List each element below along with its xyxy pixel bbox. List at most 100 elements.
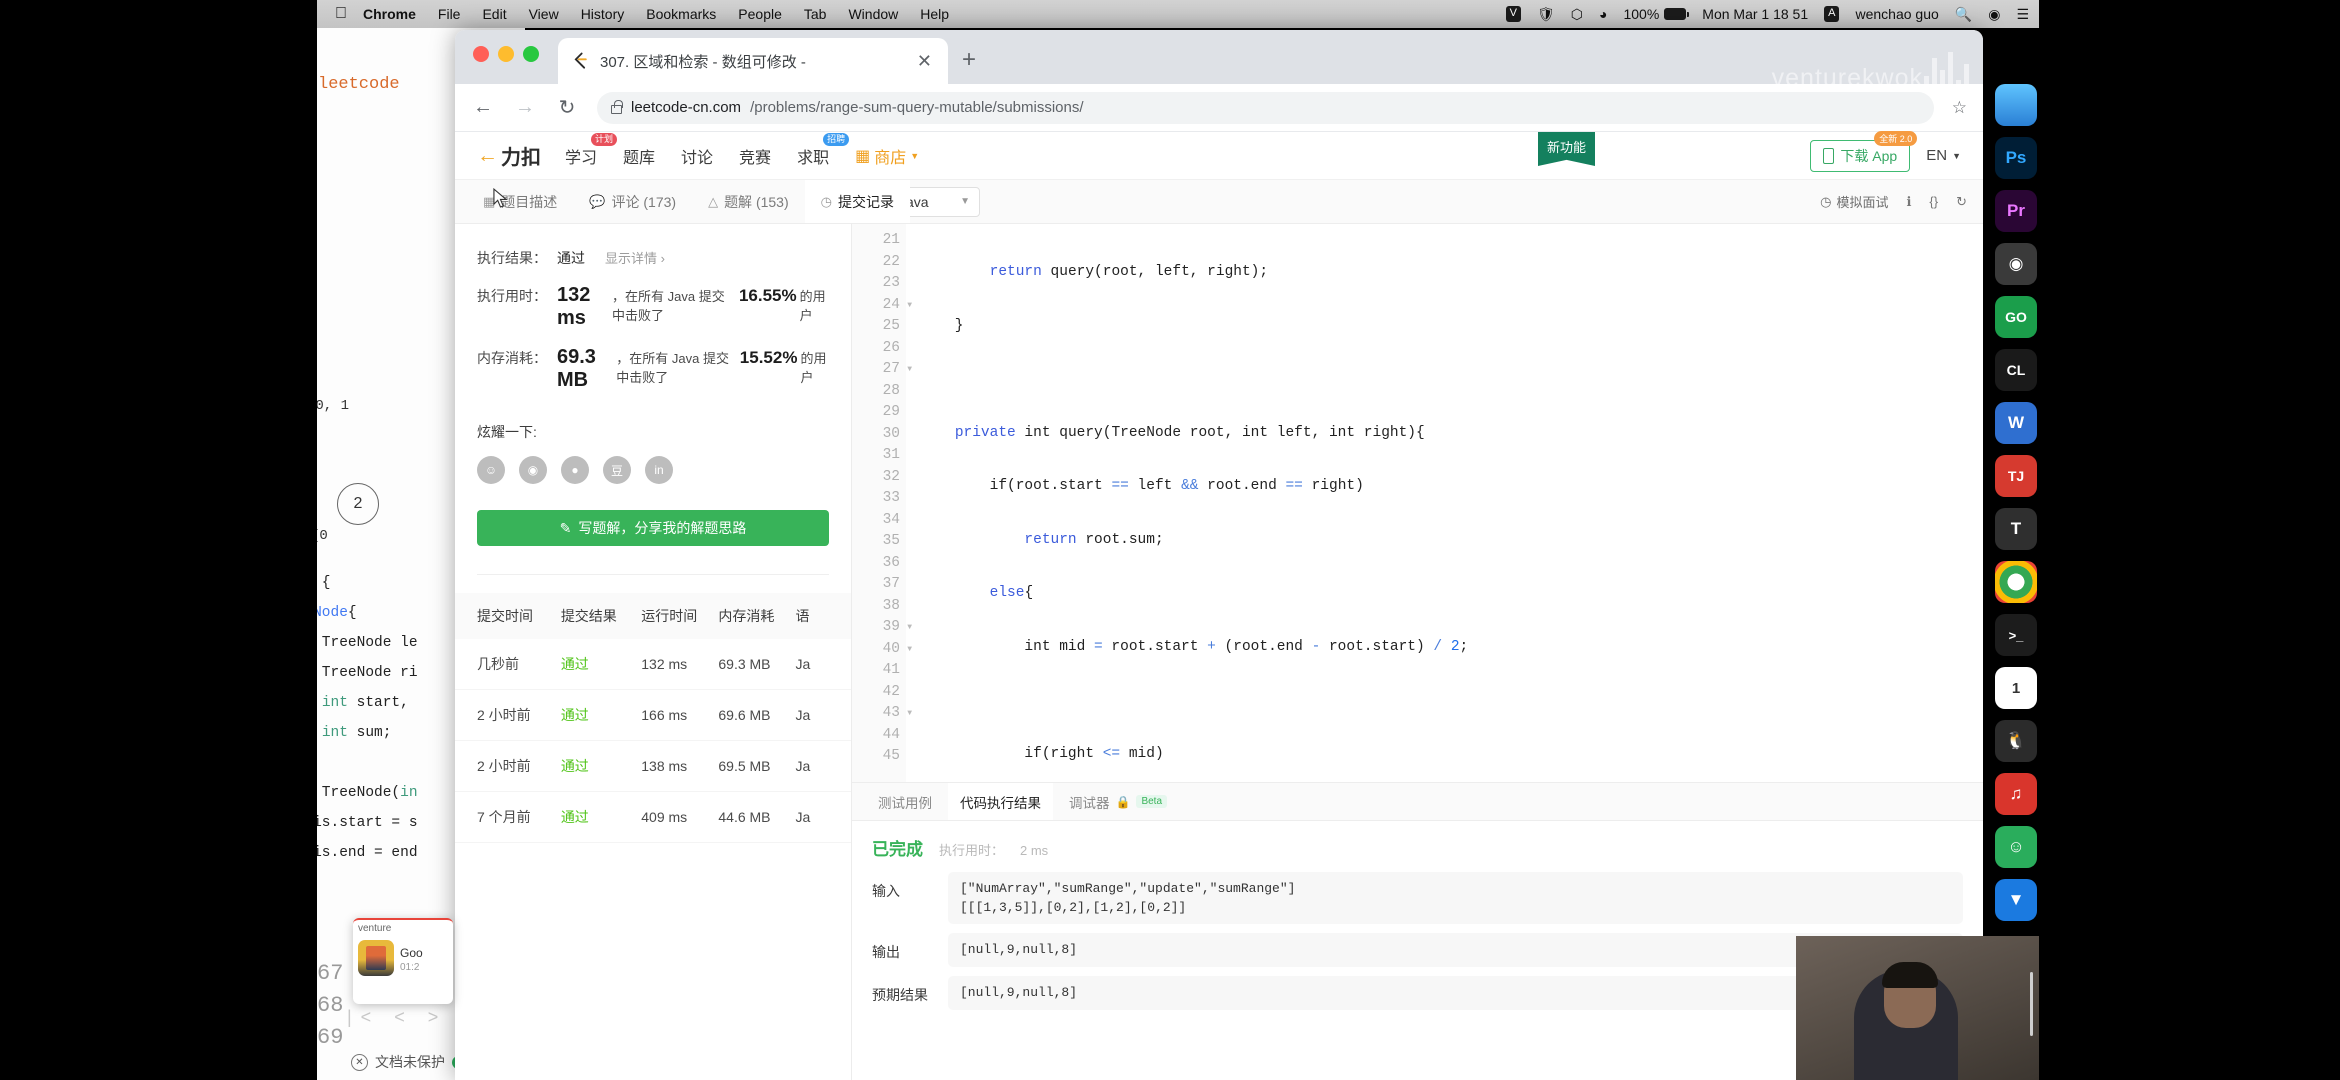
- nav-item-study[interactable]: 学习 计划: [565, 132, 618, 168]
- code-line: return root.sum;: [1024, 531, 1164, 548]
- chrome-icon[interactable]: [1995, 561, 2037, 603]
- info-button-icon[interactable]: ℹ: [1906, 194, 1911, 210]
- typora-icon[interactable]: T: [1995, 508, 2037, 550]
- qq-icon[interactable]: ●: [561, 456, 589, 484]
- menu-item-chrome[interactable]: Chrome: [363, 6, 416, 22]
- clion-icon[interactable]: CL: [1995, 349, 2037, 391]
- new-tab-icon[interactable]: +: [962, 48, 976, 72]
- nav-item-store[interactable]: ▦ 商店 ▼: [855, 144, 919, 168]
- tab-solutions[interactable]: △ 题解 (153): [692, 180, 805, 223]
- code-text-area[interactable]: return query(root, left, right); } priva…: [906, 224, 1983, 782]
- braces-icon[interactable]: {}: [1929, 194, 1938, 209]
- menu-item-people[interactable]: People: [738, 6, 782, 22]
- reload-icon[interactable]: ↻: [555, 95, 579, 120]
- menu-item-window[interactable]: Window: [848, 6, 898, 22]
- control-center-icon[interactable]: ☰: [2016, 6, 2029, 23]
- fold-arrow-icon[interactable]: ▼: [907, 703, 912, 725]
- palette-icon[interactable]: ◉: [1995, 243, 2037, 285]
- code-editor[interactable]: 21 22 23 24 ▼ 25 26 27 ▼ 28 29 30 31 32 33…: [852, 224, 1983, 782]
- line-number: 25: [882, 318, 900, 334]
- address-bar[interactable]: leetcode-cn.com/problems/range-sum-query…: [597, 91, 1934, 124]
- shield-icon[interactable]: 🛡: [1537, 6, 1555, 23]
- search-icon[interactable]: 🔍: [1955, 6, 1972, 23]
- table-row[interactable]: 7 个月前 通过 409 ms 44.6 MB Ja: [455, 792, 851, 843]
- weibo-icon[interactable]: ◉: [519, 456, 547, 484]
- mock-interview-button[interactable]: ◷ 模拟面试: [1820, 192, 1888, 211]
- leetcode-favicon-icon: [574, 52, 587, 69]
- language-selector[interactable]: EN ▼: [1926, 147, 1961, 164]
- menu-item-tab[interactable]: Tab: [804, 6, 827, 22]
- cell-status[interactable]: 通过: [561, 705, 641, 725]
- nav-item-jobs[interactable]: 求职 招聘: [797, 132, 850, 168]
- menu-item-file[interactable]: File: [438, 6, 461, 22]
- finder-icon[interactable]: [1995, 84, 2037, 126]
- bookmark-star-icon[interactable]: ☆: [1952, 98, 1967, 118]
- tab-submissions[interactable]: ◷ 提交记录: [804, 180, 910, 223]
- table-row[interactable]: 2 小时前 通过 166 ms 69.6 MB Ja: [455, 690, 851, 741]
- tencent-meeting-icon[interactable]: ▼: [1995, 879, 2037, 921]
- cell-status[interactable]: 通过: [561, 654, 641, 674]
- reset-icon[interactable]: ↻: [1956, 194, 1967, 210]
- fold-arrow-icon[interactable]: ▼: [907, 639, 912, 661]
- wifi-icon[interactable]: ◕: [1599, 6, 1607, 22]
- nav-item-discuss[interactable]: 讨论: [681, 144, 713, 168]
- fold-arrow-icon[interactable]: ▼: [907, 295, 912, 317]
- line-number: 37: [882, 576, 900, 592]
- menu-item-edit[interactable]: Edit: [482, 6, 506, 22]
- maximize-window-button[interactable]: [523, 46, 539, 62]
- console-tab-result[interactable]: 代码执行结果: [948, 783, 1053, 820]
- console-tab-debugger[interactable]: 调试器 🔒 Beta: [1057, 783, 1179, 820]
- fold-arrow-icon[interactable]: ▼: [907, 617, 912, 639]
- input-source-icon[interactable]: A: [1824, 6, 1840, 22]
- close-tab-icon[interactable]: ✕: [913, 51, 936, 72]
- tab-description[interactable]: ▦ 题目描述: [467, 180, 573, 223]
- show-detail-link[interactable]: 显示详情 ›: [605, 248, 665, 267]
- menu-item-bookmarks[interactable]: Bookmarks: [646, 6, 716, 22]
- nav-item-problems[interactable]: 题库: [623, 144, 655, 168]
- close-window-button[interactable]: [473, 46, 489, 62]
- menu-item-help[interactable]: Help: [920, 6, 949, 22]
- wps-writer-icon[interactable]: W: [1995, 402, 2037, 444]
- wechat-icon[interactable]: ☺: [477, 456, 505, 484]
- douban-icon[interactable]: 豆: [603, 456, 631, 484]
- wechat-icon[interactable]: ☺: [1995, 826, 2037, 868]
- write-solution-button[interactable]: ✎ 写题解，分享我的解题思路: [477, 510, 829, 546]
- menubar-v-icon[interactable]: V: [1505, 6, 1521, 22]
- browser-tab[interactable]: 307. 区域和检索 - 数组可修改 - ✕: [558, 38, 948, 84]
- menubar-clock[interactable]: Mon Mar 1 18 51: [1702, 6, 1808, 22]
- terminal-icon[interactable]: >_: [1995, 614, 2037, 656]
- window-controls[interactable]: [473, 46, 539, 62]
- premiere-icon[interactable]: Pr: [1995, 190, 2037, 232]
- qq-icon[interactable]: 🐧: [1995, 720, 2037, 762]
- cell-status[interactable]: 通过: [561, 756, 641, 776]
- cell-status[interactable]: 通过: [561, 807, 641, 827]
- tab-comments[interactable]: 💬 评论 (173): [573, 180, 692, 223]
- menubar-user[interactable]: wenchao guo: [1855, 6, 1938, 22]
- table-row[interactable]: 几秒前 通过 132 ms 69.3 MB Ja: [455, 639, 851, 690]
- fold-arrow-icon[interactable]: ▼: [907, 359, 912, 381]
- nav-item-contest[interactable]: 竞赛: [739, 144, 771, 168]
- photoshop-icon[interactable]: Ps: [1995, 137, 2037, 179]
- tim-icon[interactable]: TJ: [1995, 455, 2037, 497]
- apple-logo-icon[interactable]: : [335, 5, 347, 23]
- menu-item-history[interactable]: History: [581, 6, 625, 22]
- console-input-value[interactable]: ["NumArray","sumRange","update","sumRang…: [948, 872, 1963, 924]
- bluetooth-icon[interactable]: ⬡: [1571, 6, 1583, 23]
- battery-status[interactable]: 100%: [1623, 6, 1690, 22]
- forward-icon[interactable]: →: [513, 96, 537, 119]
- calendar-icon[interactable]: 1: [1995, 667, 2037, 709]
- siri-icon[interactable]: ◉: [1988, 6, 2000, 23]
- back-icon[interactable]: ←: [471, 96, 495, 119]
- download-app-button[interactable]: 下载 App 全新 2.0: [1810, 130, 1918, 172]
- minimize-window-button[interactable]: [498, 46, 514, 62]
- linkedin-icon[interactable]: in: [645, 456, 673, 484]
- goland-icon[interactable]: GO: [1995, 296, 2037, 338]
- mini-notification-popup[interactable]: venture Goo 01:2: [353, 918, 453, 1004]
- menu-item-view[interactable]: View: [529, 6, 559, 22]
- netease-music-icon[interactable]: ♫: [1995, 773, 2037, 815]
- leetcode-logo[interactable]: ← 力扣: [477, 141, 541, 170]
- table-row[interactable]: 2 小时前 通过 138 ms 69.5 MB Ja: [455, 741, 851, 792]
- leetcode-navbar: ← 力扣 学习 计划 题库 讨论 竞赛 求职 招聘 ▦ 商店 ▼ 新功能 下载 App …: [455, 130, 1983, 180]
- lock-icon: [611, 99, 623, 114]
- console-tab-testcase[interactable]: 测试用例: [866, 783, 944, 820]
